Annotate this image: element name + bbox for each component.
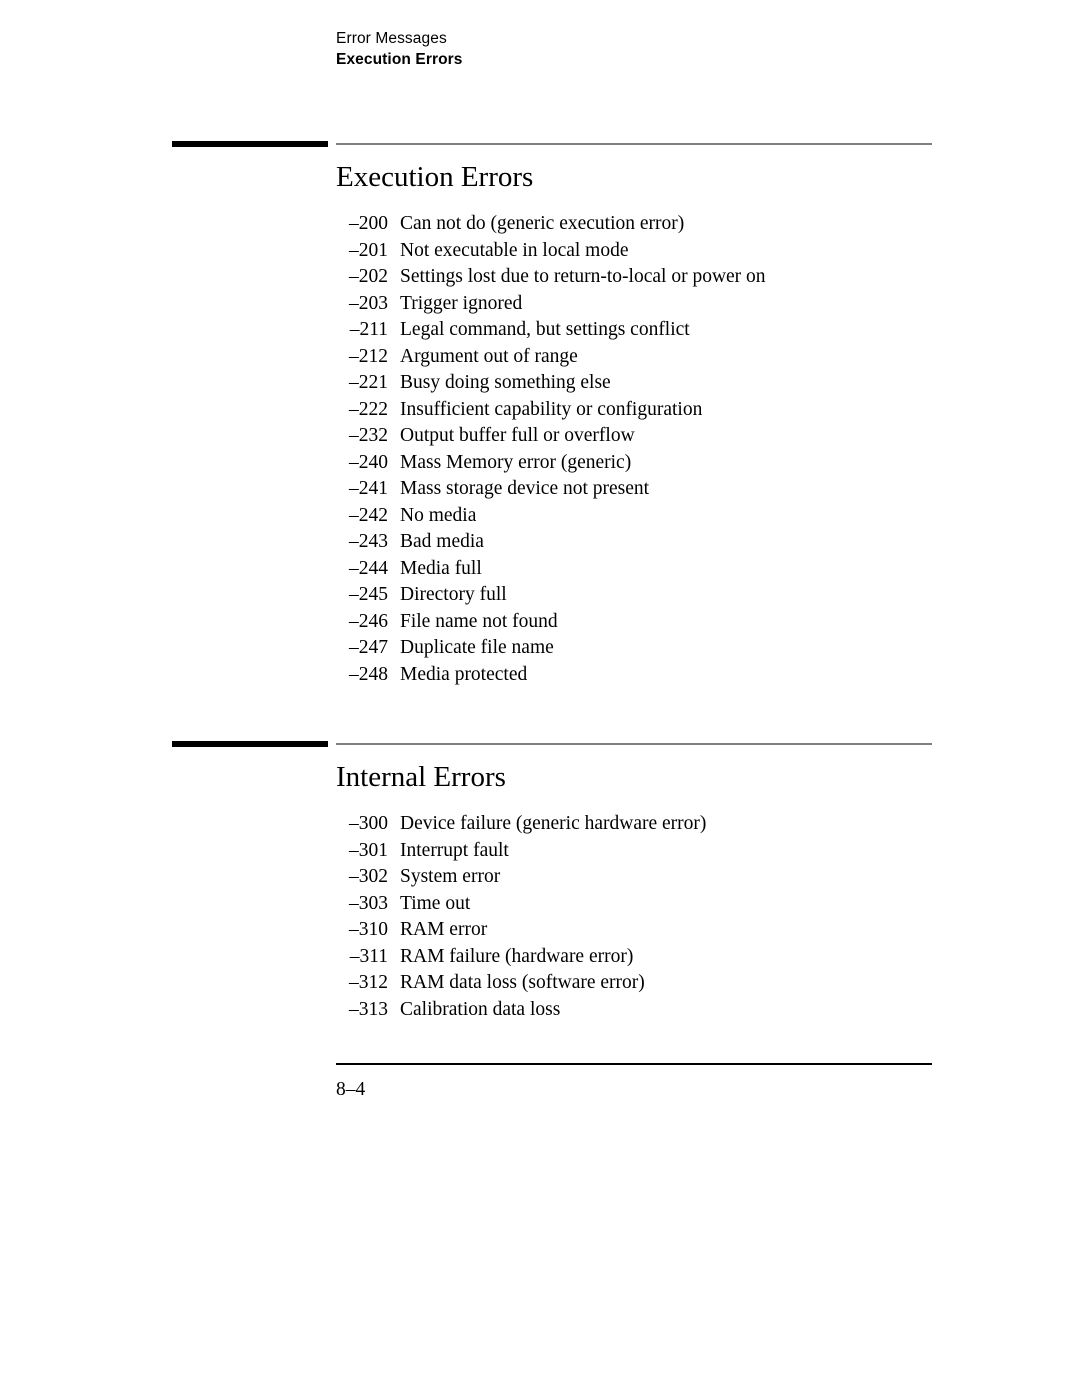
error-description: Time out (400, 892, 471, 914)
error-code: –247 (349, 637, 388, 658)
error-code: –202 (349, 266, 388, 287)
error-description: Argument out of range (400, 345, 578, 367)
error-description: Not executable in local mode (400, 239, 629, 261)
error-description: Busy doing something else (400, 372, 611, 393)
error-list-item: –203 Trigger ignored (336, 291, 956, 318)
error-code: –313 (349, 998, 388, 1020)
error-code: –302 (349, 866, 388, 887)
error-list-item: –302 System error (336, 864, 956, 891)
error-list-item: –303 Time out (336, 891, 956, 918)
error-code: –312 (349, 972, 388, 993)
error-list-item: –200 Can not do (generic execution error) (336, 211, 956, 238)
rule-thin-line (336, 743, 932, 745)
error-description: Media full (400, 557, 482, 579)
error-description: Output buffer full or overflow (400, 425, 635, 446)
running-header: Error Messages Execution Errors (336, 28, 936, 70)
error-list-item: –201 Not executable in local mode (336, 238, 956, 265)
error-list-item: –232 Output buffer full or overflow (336, 423, 956, 450)
error-code: –240 (349, 451, 388, 473)
section-heading: Execution Errors (336, 161, 534, 193)
error-code: –221 (349, 372, 388, 393)
error-description: Interrupt fault (400, 839, 509, 861)
error-code: –248 (349, 663, 388, 685)
error-description: Bad media (400, 531, 484, 552)
error-description: Settings lost due to return-to-local or … (400, 266, 766, 287)
section-execution-errors: Execution Errors –200 Can not do (generic… (0, 138, 1080, 685)
error-list-item: –245 Directory full (336, 582, 956, 609)
error-description: Insufficient capability or configuration (400, 398, 703, 420)
error-code: –244 (349, 557, 388, 579)
error-description: File name not found (400, 610, 558, 632)
error-description: Directory full (400, 584, 507, 605)
section-heading: Internal Errors (336, 761, 506, 793)
error-description: System error (400, 866, 501, 887)
error-list-item: –211 Legal command, but settings conflict (336, 317, 956, 344)
error-code: –310 (349, 919, 388, 940)
section-internal-errors: Internal Errors –300 Device failure (gene… (0, 738, 1080, 1020)
error-list-item: –221 Busy doing something else (336, 370, 956, 397)
error-code: –303 (349, 892, 388, 914)
error-code: –211 (349, 319, 388, 340)
error-description: Legal command, but settings conflict (400, 319, 690, 340)
error-list-item: –212 Argument out of range (336, 344, 956, 371)
error-list-internal: –300 Device failure (generic hardware err… (336, 811, 956, 1023)
error-description: Calibration data loss (400, 998, 561, 1020)
error-code: –301 (349, 839, 388, 861)
error-description: RAM failure (hardware error) (400, 945, 634, 967)
rule-thin-line (336, 143, 932, 145)
error-list-item: –222 Insufficient capability or configura… (336, 397, 956, 424)
error-code: –232 (349, 425, 388, 446)
rule-thick-marker (172, 141, 328, 147)
error-code: –311 (349, 945, 388, 967)
error-description: Duplicate file name (400, 637, 554, 658)
error-description: No media (400, 504, 477, 526)
rule-thick-marker (172, 741, 328, 747)
header-chapter-title: Error Messages (336, 30, 447, 47)
header-section-title: Execution Errors (336, 51, 463, 68)
error-code: –242 (349, 504, 388, 526)
error-description: Can not do (generic execution error) (400, 213, 685, 234)
error-list-item: –246 File name not found (336, 609, 956, 636)
error-description: Mass storage device not present (400, 478, 650, 499)
error-code: –200 (349, 213, 388, 234)
error-code: –222 (349, 398, 388, 420)
error-list-item: –240 Mass Memory error (generic) (336, 450, 956, 477)
error-list-item: –242 No media (336, 503, 956, 530)
error-description: Trigger ignored (400, 292, 523, 314)
error-description: Mass Memory error (generic) (400, 451, 632, 473)
document-page: Error Messages Execution Errors Executio… (0, 0, 1080, 1397)
error-list-item: –241 Mass storage device not present (336, 476, 956, 503)
error-list-item: –313 Calibration data loss (336, 997, 956, 1024)
error-description: Media protected (400, 663, 528, 685)
error-code: –203 (349, 292, 388, 314)
error-list-item: –300 Device failure (generic hardware err… (336, 811, 956, 838)
error-code: –241 (349, 478, 388, 499)
error-list-item: –243 Bad media (336, 529, 956, 556)
error-list-item: –310 RAM error (336, 917, 956, 944)
section-rule (0, 738, 1080, 748)
page-number: 8–4 (336, 1079, 366, 1100)
error-description: Device failure (generic hardware error) (400, 813, 707, 834)
error-code: –243 (349, 531, 388, 552)
error-list-item: –202 Settings lost due to return-to-local… (336, 264, 956, 291)
error-list-item: –311 RAM failure (hardware error) (336, 944, 956, 971)
error-list-execution: –200 Can not do (generic execution error)… (336, 211, 956, 688)
error-code: –246 (349, 610, 388, 632)
error-code: –245 (349, 584, 388, 605)
error-code: –201 (349, 239, 388, 261)
footer-rule (336, 1063, 932, 1065)
error-list-item: –312 RAM data loss (software error) (336, 970, 956, 997)
section-rule (0, 138, 1080, 148)
error-code: –212 (349, 345, 388, 367)
error-list-item: –301 Interrupt fault (336, 838, 956, 865)
error-code: –300 (349, 813, 388, 834)
error-list-item: –247 Duplicate file name (336, 635, 956, 662)
error-list-item: –248 Media protected (336, 662, 956, 689)
error-description: RAM data loss (software error) (400, 972, 645, 993)
error-list-item: –244 Media full (336, 556, 956, 583)
error-description: RAM error (400, 919, 488, 940)
